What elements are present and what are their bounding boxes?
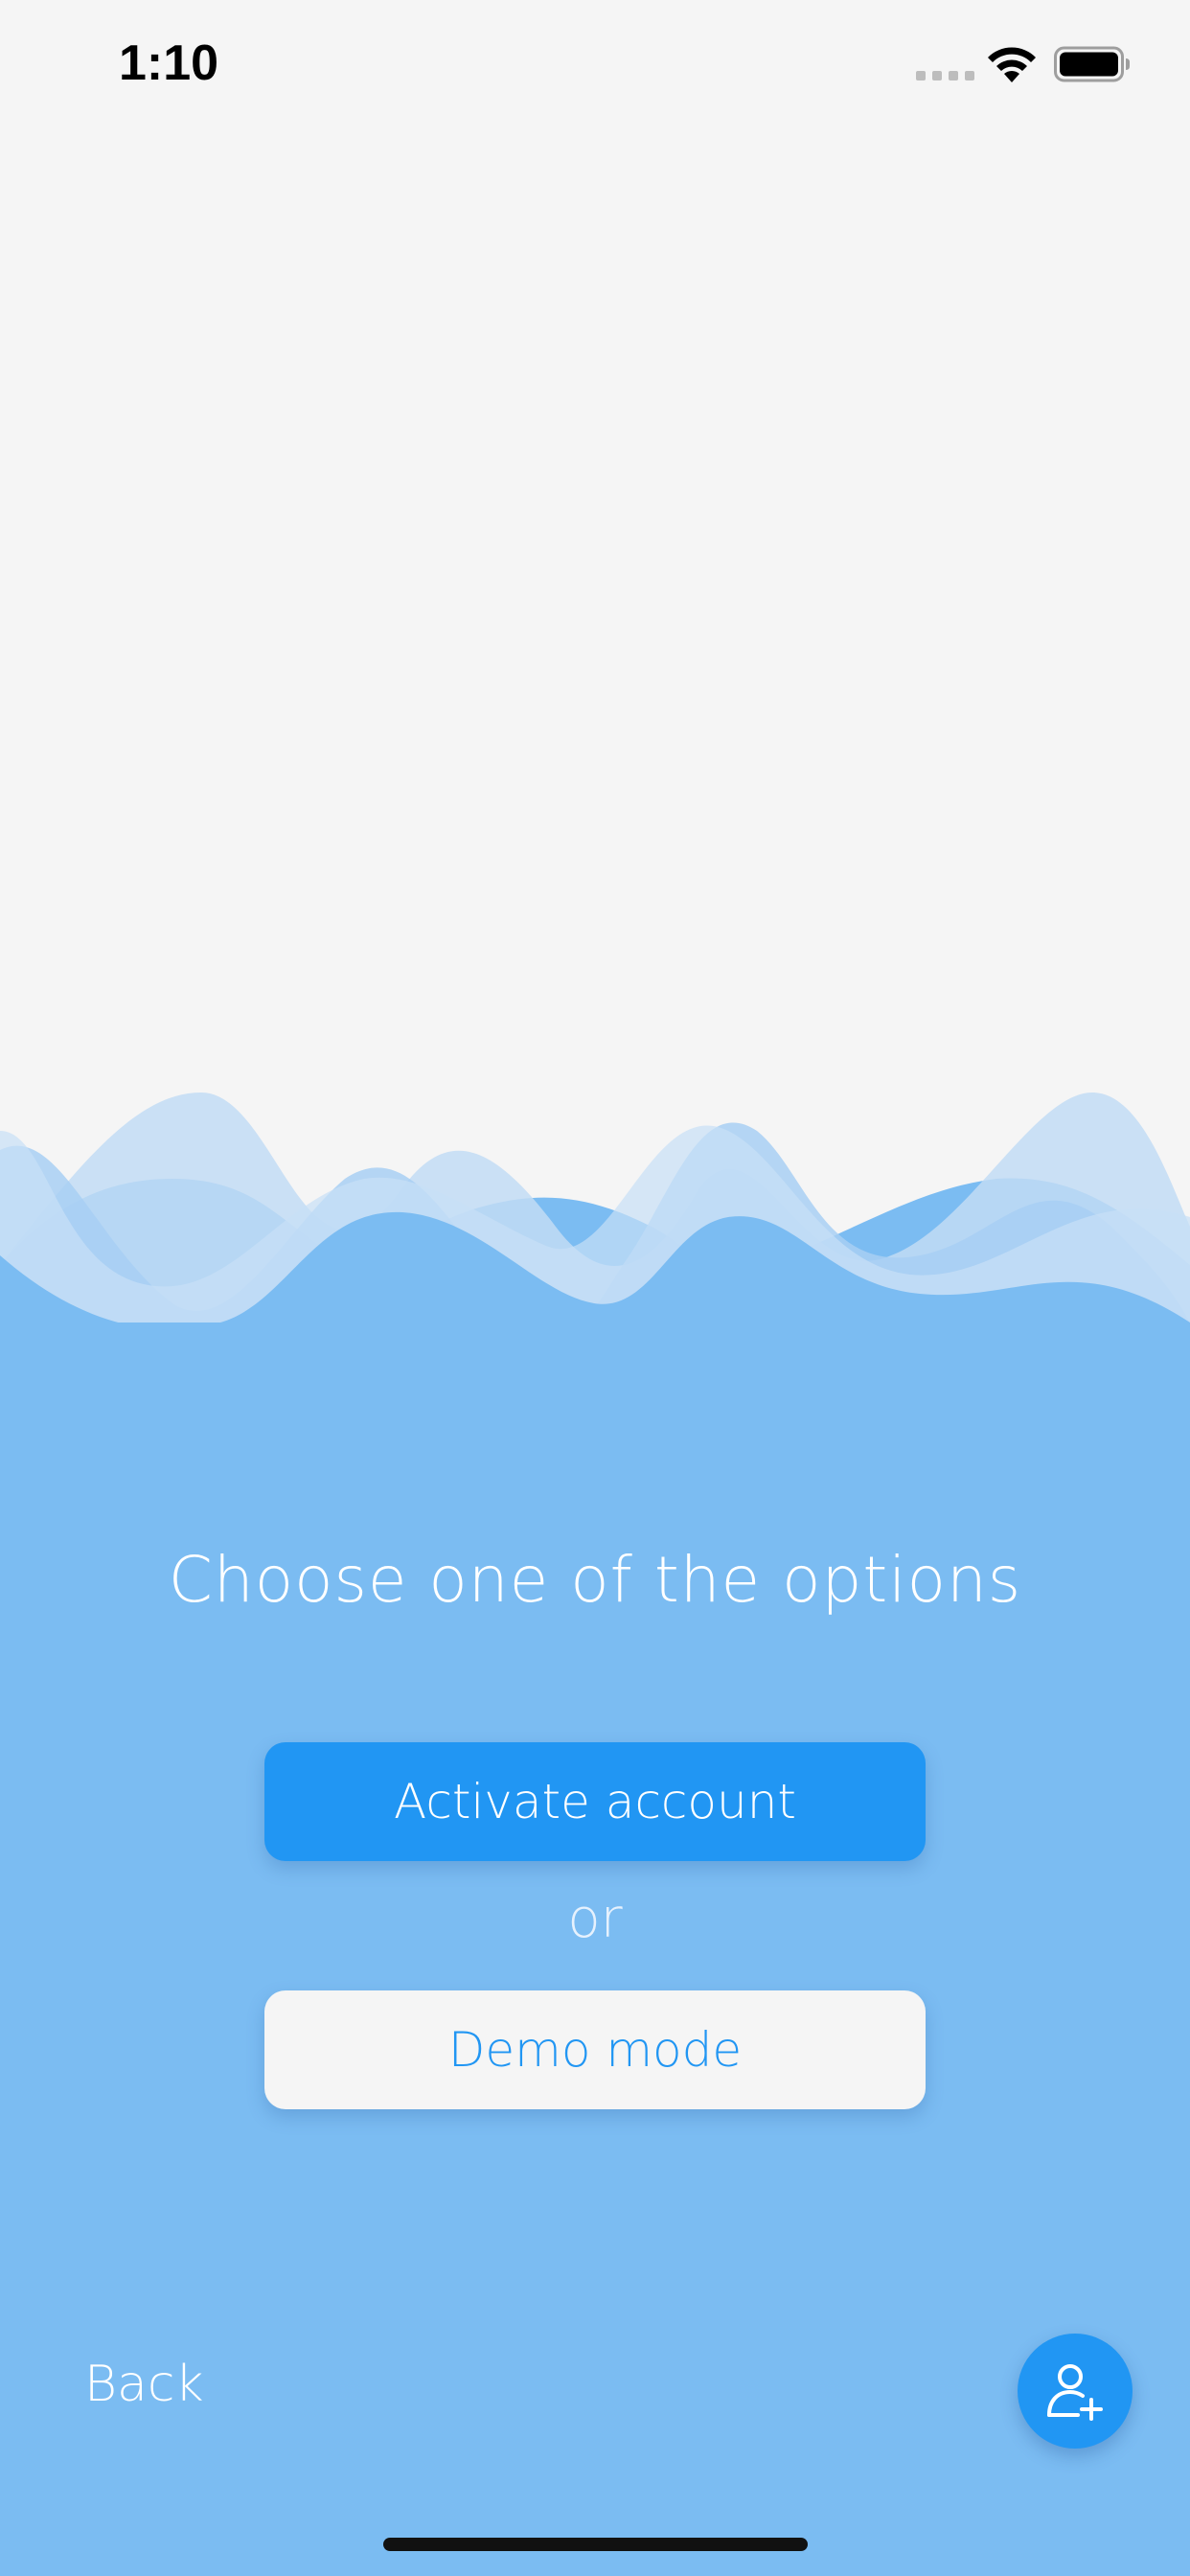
wifi-icon [988,47,1036,82]
page-title: Choose one of the options [168,1543,1022,1617]
status-bar: 1:10 [0,0,1190,134]
activate-account-button[interactable]: Activate account [264,1742,926,1861]
battery-icon [1054,46,1130,82]
cellular-signal-icon [916,71,974,80]
demo-mode-button[interactable]: Demo mode [264,1990,926,2109]
add-user-icon [1047,2364,1103,2421]
home-indicator[interactable] [383,2538,808,2551]
screen: 1:10 Choose one of the options Activate … [0,0,1190,2576]
back-button[interactable]: Back [84,2356,204,2413]
or-separator: or [567,1888,623,1950]
status-time: 1:10 [119,35,219,91]
add-user-button[interactable] [1018,2334,1133,2449]
